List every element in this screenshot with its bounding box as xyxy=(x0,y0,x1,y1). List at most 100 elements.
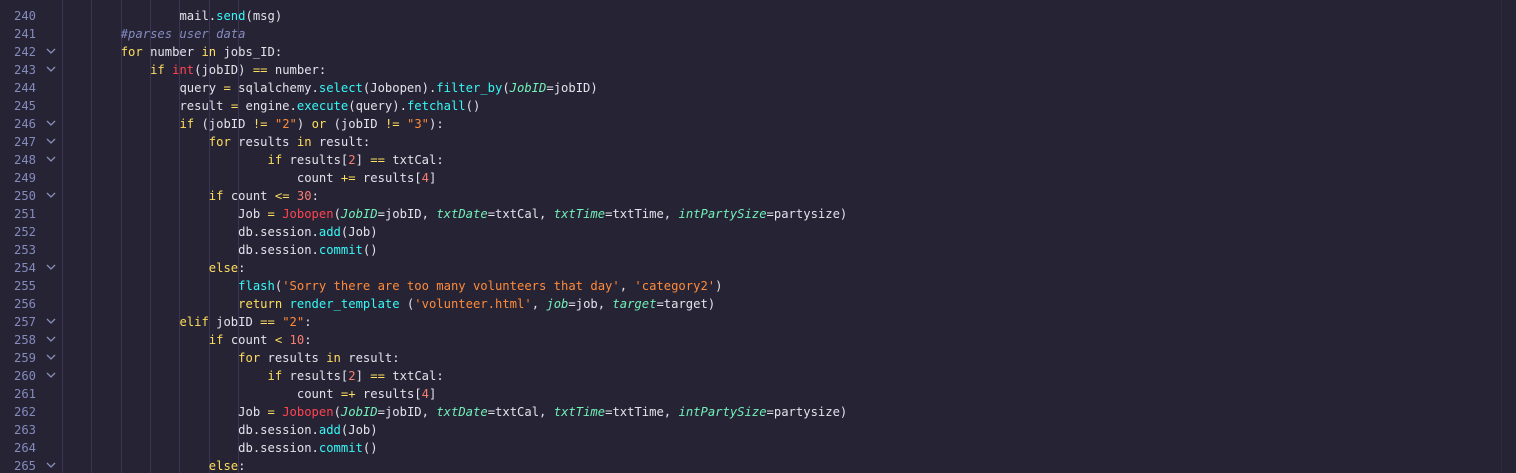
line-number: 263 xyxy=(13,423,36,437)
code-token: =txtTime, xyxy=(605,207,679,221)
code-token: =+ xyxy=(340,387,356,401)
code-line[interactable]: 243 if int(jobID) == number: xyxy=(0,61,1516,79)
code-token: : xyxy=(311,189,319,203)
code-line[interactable]: 262 Job = Jobopen(JobID=jobID, txtDate=tx… xyxy=(0,403,1516,421)
code-line[interactable]: 245 result = engine.execute(query).fetcha… xyxy=(0,97,1516,115)
code-token: for xyxy=(238,351,261,365)
code-token: =txtTime, xyxy=(605,405,679,419)
code-line[interactable]: 261 count =+ results[4] xyxy=(0,385,1516,403)
code-token: ] xyxy=(428,171,437,185)
code-line[interactable]: 252 db.session.add(Job) xyxy=(0,223,1516,241)
code-line[interactable]: 265 else: xyxy=(0,457,1516,473)
fold-chevron-down-icon[interactable] xyxy=(44,367,58,385)
code-line[interactable]: 255 flash('Sorry there are too many volun… xyxy=(0,277,1516,295)
line-number: 241 xyxy=(13,27,36,41)
code-token: in xyxy=(201,45,217,59)
code-line[interactable]: 251 Job = Jobopen(JobID=jobID, txtDate=tx… xyxy=(0,205,1516,223)
code-token: 2 xyxy=(348,369,356,383)
fold-chevron-down-icon[interactable] xyxy=(44,133,58,151)
fold-chevron-down-icon[interactable] xyxy=(44,115,58,133)
code-token: flash xyxy=(238,279,275,293)
code-token: engine. xyxy=(238,99,297,113)
code-token: filter_by xyxy=(436,81,503,95)
code-line[interactable]: 246 if (jobID != "2") or (jobID != "3"): xyxy=(0,115,1516,133)
code-token: 'Sorry there are too many volunteers tha… xyxy=(282,279,620,293)
code-token: 'volunteer.html' xyxy=(414,297,532,311)
code-token: if xyxy=(208,189,224,203)
fold-chevron-down-icon[interactable] xyxy=(44,349,58,367)
code-token: count xyxy=(296,171,341,185)
code-token: == xyxy=(370,369,385,383)
code-token: fetchall xyxy=(406,99,466,113)
code-line[interactable]: 259 for results in result: xyxy=(0,349,1516,367)
fold-chevron-down-icon[interactable] xyxy=(44,43,58,61)
code-line[interactable]: 263 db.session.add(Job) xyxy=(0,421,1516,439)
code-token: (Job) xyxy=(340,225,378,239)
code-text: if (jobID != "2") or (jobID != "3"): xyxy=(179,115,443,133)
code-line[interactable]: 264 db.session.commit() xyxy=(0,439,1516,457)
code-token: for xyxy=(120,45,143,59)
fold-chevron-down-icon[interactable] xyxy=(44,187,58,205)
code-token: 4 xyxy=(421,171,429,185)
code-line[interactable]: 250 if count <= 30: xyxy=(0,187,1516,205)
code-line[interactable]: 254 else: xyxy=(0,259,1516,277)
code-token: 4 xyxy=(421,387,429,401)
code-line[interactable]: 249 count += results[4] xyxy=(0,169,1516,187)
code-line[interactable]: 244 query = sqlalchemy.select(Jobopen).fi… xyxy=(0,79,1516,97)
code-token: =txtCal, xyxy=(487,207,554,221)
code-token: db.session. xyxy=(238,423,319,437)
code-token: target xyxy=(612,297,657,311)
fold-chevron-down-icon[interactable] xyxy=(44,457,58,473)
code-line[interactable]: 258 if count < 10: xyxy=(0,331,1516,349)
fold-chevron-down-icon[interactable] xyxy=(44,313,58,331)
code-token: if xyxy=(150,63,165,77)
code-token: return xyxy=(238,297,283,311)
code-token: JobID xyxy=(340,207,378,221)
code-text: db.session.commit() xyxy=(238,439,377,457)
code-token: txtCal: xyxy=(384,153,444,167)
code-token: if xyxy=(267,153,283,167)
code-editor[interactable]: 240 mail.send(msg) 241 #parses user data 242… xyxy=(0,0,1516,473)
code-line[interactable]: 257 elif jobID == "2": xyxy=(0,313,1516,331)
code-line[interactable]: 247 for results in result: xyxy=(0,133,1516,151)
line-number: 259 xyxy=(13,351,36,365)
code-token: execute xyxy=(296,99,349,113)
code-token: ( xyxy=(502,81,510,95)
code-line[interactable]: 248 if results[2] == txtCal: xyxy=(0,151,1516,169)
fold-chevron-down-icon[interactable] xyxy=(44,61,58,79)
code-token: txtTime xyxy=(553,405,606,419)
code-text: else: xyxy=(209,457,246,473)
code-token: ( xyxy=(333,405,341,419)
fold-chevron-down-icon[interactable] xyxy=(44,259,58,277)
code-token: (jobID) xyxy=(194,63,253,77)
code-token: =partysize) xyxy=(766,405,848,419)
code-token: =job, xyxy=(568,297,613,311)
code-token: : xyxy=(238,459,246,473)
line-number: 249 xyxy=(13,171,36,185)
code-line[interactable]: 256 return render_template ('volunteer.ht… xyxy=(0,295,1516,313)
code-line[interactable]: 241 #parses user data xyxy=(0,25,1516,43)
code-text: for results in result: xyxy=(238,349,399,367)
code-line[interactable]: 260 if results[2] == txtCal: xyxy=(0,367,1516,385)
code-line[interactable]: 240 mail.send(msg) xyxy=(0,7,1516,25)
code-token: != xyxy=(252,117,268,131)
code-token: results xyxy=(260,351,327,365)
code-token: ( xyxy=(333,207,341,221)
code-line[interactable]: 253 db.session.commit() xyxy=(0,241,1516,259)
code-line[interactable]: 242 for number in jobs_ID: xyxy=(0,43,1516,61)
code-token: , xyxy=(531,297,547,311)
fold-chevron-down-icon[interactable] xyxy=(44,331,58,349)
code-token: job xyxy=(546,297,569,311)
code-text: if results[2] == txtCal: xyxy=(268,367,444,385)
code-token: in xyxy=(326,351,341,365)
code-token: JobID xyxy=(509,81,547,95)
code-text: Job = Jobopen(JobID=jobID, txtDate=txtCa… xyxy=(238,205,847,223)
code-token: results[ xyxy=(355,387,422,401)
code-token: send xyxy=(216,9,246,23)
fold-chevron-down-icon[interactable] xyxy=(44,151,58,169)
code-token: #parses user data xyxy=(120,27,246,41)
line-number: 242 xyxy=(13,45,36,59)
